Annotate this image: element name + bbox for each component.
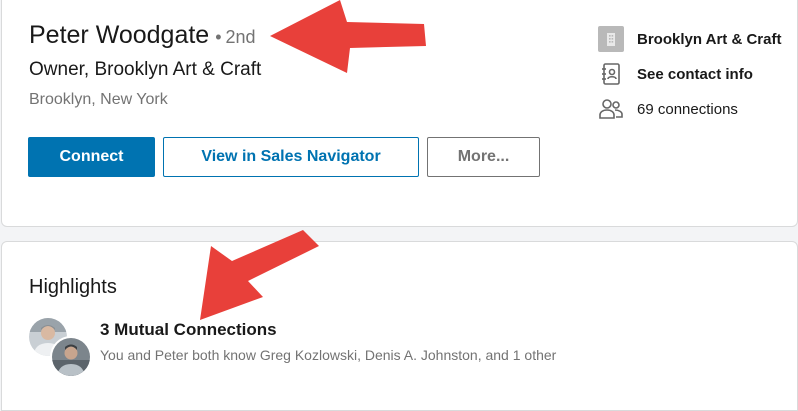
- see-contact-info-label: See contact info: [637, 65, 753, 83]
- degree-separator: •: [215, 27, 222, 47]
- profile-top-card: Peter Woodgate • 2nd Owner, Brooklyn Art &…: [1, 0, 798, 227]
- mutual-connections-description: You and Peter both know Greg Kozlowski, …: [100, 347, 557, 363]
- profile-name: Peter Woodgate: [29, 21, 210, 49]
- mutual-connection-avatar[interactable]: [50, 336, 92, 378]
- connect-button[interactable]: Connect: [28, 137, 155, 177]
- current-company-label: Brooklyn Art & Craft: [637, 30, 782, 48]
- building-icon: [598, 26, 624, 52]
- highlights-heading: Highlights: [29, 276, 117, 298]
- current-company-link[interactable]: Brooklyn Art & Craft: [598, 26, 781, 52]
- view-in-sales-navigator-button[interactable]: View in Sales Navigator: [163, 137, 419, 177]
- connections-count-link[interactable]: 69 connections: [598, 96, 738, 122]
- profile-name-row: Peter Woodgate • 2nd: [29, 21, 256, 50]
- people-icon: [598, 96, 624, 122]
- profile-location: Brooklyn, New York: [29, 91, 168, 108]
- see-contact-info-link[interactable]: See contact info: [598, 61, 753, 87]
- contact-card-icon: [598, 61, 624, 87]
- more-actions-button[interactable]: More...: [427, 137, 540, 177]
- connections-count-label: 69 connections: [637, 100, 738, 118]
- connection-degree: 2nd: [225, 27, 256, 47]
- highlights-card: Highlights 3 Mutual Connections You and …: [1, 241, 798, 411]
- mutual-connections-link[interactable]: 3 Mutual Connections: [100, 320, 277, 340]
- profile-headline: Owner, Brooklyn Art & Craft: [29, 59, 262, 80]
